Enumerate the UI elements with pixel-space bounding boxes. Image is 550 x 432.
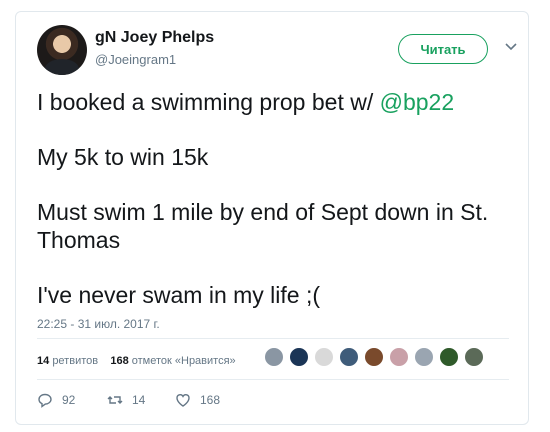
liker-avatar[interactable] xyxy=(464,347,484,367)
liker-avatar[interactable] xyxy=(264,347,284,367)
reply-action[interactable]: 92 xyxy=(37,392,75,408)
like-action-count: 168 xyxy=(200,393,221,407)
like-stat[interactable]: 168 отметок «Нравится» xyxy=(110,355,235,367)
follow-button[interactable]: Читать xyxy=(398,34,488,64)
reply-count: 92 xyxy=(62,393,76,407)
retweet-icon xyxy=(107,396,123,404)
author-name[interactable]: gN Joey Phelps xyxy=(95,29,214,47)
reply-icon xyxy=(38,393,52,408)
retweet-count: 14 xyxy=(37,355,50,367)
stats-row: 14 ретвитов 168 отметок «Нравится» xyxy=(37,355,236,367)
liker-avatar[interactable] xyxy=(314,347,334,367)
avatar[interactable] xyxy=(37,25,87,75)
liker-avatar[interactable] xyxy=(439,347,459,367)
divider xyxy=(37,379,509,380)
tweet-line-3: Must swim 1 mile by end of Sept down in … xyxy=(37,199,489,253)
retweet-action-count: 14 xyxy=(132,393,146,407)
retweet-stat[interactable]: 14 ретвитов xyxy=(37,355,98,367)
liker-avatar[interactable] xyxy=(364,347,384,367)
liker-avatar[interactable] xyxy=(289,347,309,367)
liker-avatar[interactable] xyxy=(339,347,359,367)
mention-link[interactable]: @bp22 xyxy=(380,89,455,115)
like-label: отметок «Нравится» xyxy=(131,355,236,367)
liker-avatar[interactable] xyxy=(414,347,434,367)
like-action[interactable]: 168 xyxy=(175,392,220,408)
timestamp[interactable]: 22:25 - 31 июл. 2017 г. xyxy=(37,317,160,331)
liker-avatar[interactable] xyxy=(389,347,409,367)
tweet-text: I booked a swimming prop bet w/ @bp22 My… xyxy=(37,88,507,336)
retweet-label: ретвитов xyxy=(52,355,99,367)
tweet-line-1: I booked a swimming prop bet w/ xyxy=(37,89,380,115)
retweet-action[interactable]: 14 xyxy=(107,392,145,408)
tweet-line-2: My 5k to win 15k xyxy=(37,144,209,170)
heart-icon xyxy=(176,394,190,407)
divider xyxy=(37,338,509,339)
author-handle[interactable]: @Joeingram1 xyxy=(95,52,176,67)
tweet-card: gN Joey Phelps @Joeingram1 Читать I book… xyxy=(15,11,529,425)
chevron-down-icon[interactable] xyxy=(505,40,517,54)
tweet-line-4: I've never swam in my life ;( xyxy=(37,282,321,308)
like-count: 168 xyxy=(110,355,129,367)
